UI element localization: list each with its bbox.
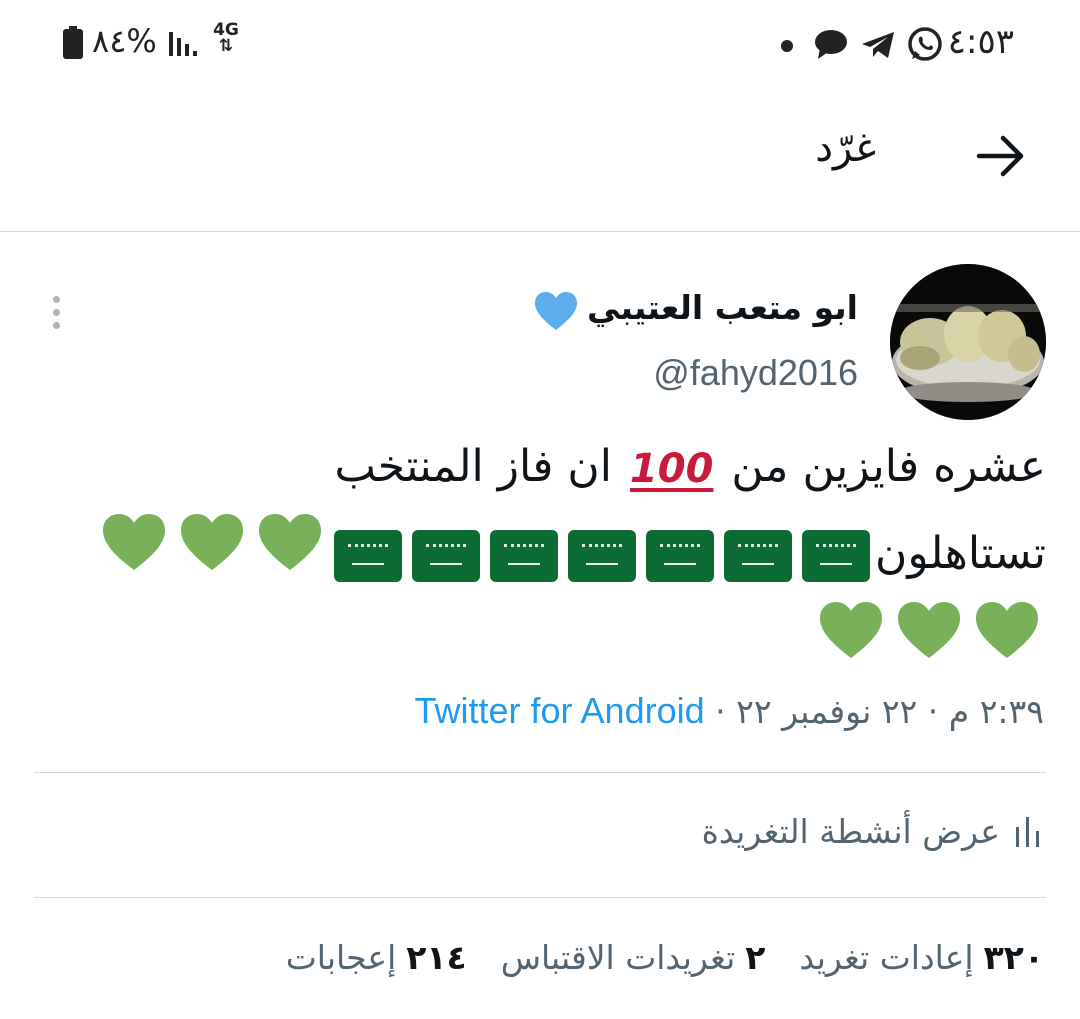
- activity-divider: [34, 897, 1046, 898]
- whatsapp-icon: [906, 25, 944, 67]
- tweet-meta: ٢:٣٩ م · ٢٢ نوفمبر ٢٢ · Twitter for Andr…: [415, 690, 1045, 732]
- flag-row: [329, 528, 875, 582]
- tweet-activity-label: عرض أنشطة التغريدة: [701, 812, 1000, 851]
- handle[interactable]: @fahyd2016: [653, 352, 858, 394]
- retweets-label: إعادات تغريد: [799, 938, 974, 977]
- meta-separator: ·: [715, 692, 726, 731]
- green-heart-icon: [894, 599, 964, 689]
- more-dot-icon: [52, 308, 60, 316]
- likes-count: ٢١٤: [406, 938, 467, 977]
- message-icon: [814, 28, 848, 64]
- tweet-text-part: عشره فايزين من: [731, 441, 1046, 492]
- telegram-icon: [860, 30, 896, 64]
- saudi-flag-icon: [334, 530, 402, 582]
- saudi-flag-icon: [490, 530, 558, 582]
- likes-label: إعجابات: [285, 938, 397, 977]
- tweet-source-link[interactable]: Twitter for Android: [415, 690, 705, 731]
- quotes-count: ٢: [745, 938, 766, 977]
- back-button[interactable]: [966, 124, 1036, 188]
- green-heart-icon: [99, 511, 169, 601]
- retweets-count: ٣٢٠: [983, 938, 1044, 977]
- meta-divider: [34, 772, 1046, 773]
- bar-chart-icon: [1016, 813, 1040, 851]
- tweet-line-3: [36, 599, 1046, 689]
- saudi-flag-icon: [412, 530, 480, 582]
- status-time: ٤:٥٣: [947, 22, 1014, 62]
- green-heart-icon: [816, 599, 886, 689]
- retweets-stat[interactable]: ٣٢٠إعادات تغريد: [799, 938, 1044, 977]
- more-options-button[interactable]: [40, 288, 72, 336]
- tweet-text-part: تستاهلون: [875, 528, 1046, 579]
- likes-stat[interactable]: ٢١٤إعجابات: [286, 938, 467, 977]
- status-bar: ٤:٥٣ %٨٤ 4G ⇅: [0, 0, 1080, 88]
- battery-percent: %٨٤: [92, 22, 157, 60]
- hundred-points-icon: 100: [629, 446, 714, 492]
- green-heart-icon: [972, 599, 1042, 689]
- tweet-line-2: تستاهلون: [36, 511, 1046, 601]
- tweet-line-1: عشره فايزين من 100 ان فاز المنتخب: [36, 425, 1046, 511]
- saudi-flag-icon: [724, 530, 792, 582]
- green-heart-icon: [177, 511, 247, 601]
- signal-icon: [168, 30, 198, 62]
- more-dot-icon: [52, 295, 60, 303]
- blue-heart-icon: [533, 290, 579, 336]
- tweet-time: ٢:٣٩ م: [948, 692, 1044, 731]
- quotes-label: تغريدات الاقتباس: [500, 938, 736, 977]
- meta-separator: ·: [927, 692, 939, 731]
- view-tweet-activity-button[interactable]: عرض أنشطة التغريدة: [702, 812, 1040, 851]
- saudi-flag-icon: [802, 530, 870, 582]
- avatar[interactable]: [890, 264, 1046, 420]
- notification-dot-icon: [781, 37, 793, 56]
- heart-row: [95, 513, 329, 579]
- page-title: غرّد: [815, 125, 876, 171]
- heart-row: [812, 601, 1046, 667]
- quotes-stat[interactable]: ٢تغريدات الاقتباس: [501, 938, 766, 977]
- green-heart-icon: [255, 511, 325, 601]
- tweet-text-part: ان فاز المنتخب: [334, 441, 612, 492]
- arrow-right-icon: [976, 135, 1024, 177]
- data-arrows-icon: ⇅: [218, 36, 234, 56]
- header-divider: [0, 231, 1080, 232]
- saudi-flag-icon: [568, 530, 636, 582]
- display-name[interactable]: ابو متعب العتيبي: [587, 288, 858, 327]
- tweet-text: عشره فايزين من 100 ان فاز المنتخب تستاهل…: [36, 425, 1046, 689]
- saudi-flag-icon: [646, 530, 714, 582]
- network-type-badge: 4G ⇅: [212, 22, 240, 56]
- tweet-date: ٢٢ نوفمبر ٢٢: [736, 692, 918, 731]
- more-dot-icon: [52, 321, 60, 329]
- battery-icon: [62, 26, 84, 64]
- tweet-stats: ٣٢٠إعادات تغريد ٢تغريدات الاقتباس ٢١٤إعج…: [286, 938, 1044, 977]
